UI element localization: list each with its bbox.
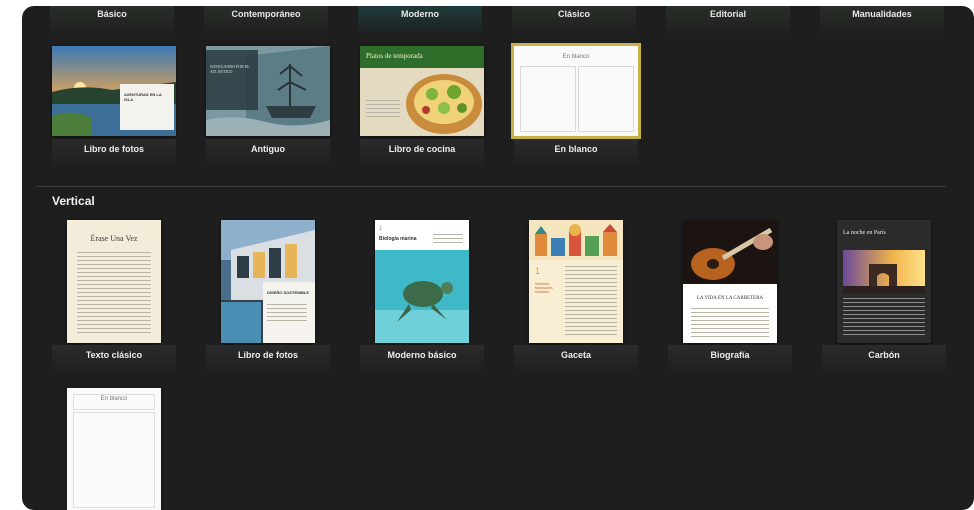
thumb-title: AVENTURAS EN LA ISLA [124,92,162,102]
template-label: Libro de fotos [238,350,298,360]
title-panel: NAVEGANDO POR EL ATLÁNTICO [206,50,258,110]
turtle-photo [375,250,469,343]
title-card: AVENTURAS EN LA ISLA [120,84,174,130]
template-charcoal[interactable]: La noche en París [837,220,931,343]
template-photo-book-portrait[interactable]: DISEÑO SOSTENIBLE [221,220,315,343]
text-lines [433,234,463,246]
arc-de-triomphe-photo [843,250,925,294]
text-lines [691,308,769,340]
template-label: Moderno básico [387,350,457,360]
template-modern-basic[interactable]: 1 Biología marina [375,220,469,343]
text-lines [565,266,617,338]
template-cookbook[interactable]: Platos de temporada [360,46,484,136]
thumb-number: 1 [379,226,383,232]
template-label: Biografía [710,350,750,360]
template-label: Antiguo [251,144,285,154]
text-lines [267,304,307,324]
template-contemporary[interactable]: Contemporáneo [204,6,328,36]
thumb-number: 1 [535,266,541,276]
city-illustration [529,220,623,260]
template-classic-text[interactable]: Érase Una Vez [67,220,161,343]
template-label: Libro de cocina [388,144,456,154]
guitar-photo [683,220,777,284]
text-lines [366,100,400,120]
template-label: Clásico [557,9,590,19]
template-basic[interactable]: Básico [50,6,174,36]
thumb-title: Érase Una Vez [90,234,138,243]
thumb-title: Biología marina [379,236,417,242]
thumb-title: LA VIDA EN LA CARRETERA [696,296,764,301]
thumb-title: NAVEGANDO POR EL ATLÁNTICO [210,64,250,74]
template-gazette[interactable]: 1 Nuestras fascinantes ciudades [529,220,623,343]
thumb-title: Platos de temporada [366,52,423,60]
template-chooser-window: Básico Contemporáneo Moderno Clásico Edi… [22,6,974,510]
body-box [73,412,155,508]
template-label: Texto clásico [85,350,143,360]
template-label: Gaceta [560,350,592,360]
template-blank-portrait[interactable]: En blanco [67,388,161,510]
thumb-title: La noche en París [843,230,886,236]
section-title-vertical: Vertical [52,194,95,208]
template-label: En blanco [554,144,598,154]
template-biography[interactable]: LA VIDA EN LA CARRETERA [683,220,777,343]
thumb-title: En blanco [562,54,590,60]
text-lines [77,252,151,336]
template-label: Carbón [868,350,900,360]
template-crafts[interactable]: Manualidades [820,6,944,36]
template-classic[interactable]: Clásico [512,6,636,36]
template-label: Contemporáneo [231,9,301,19]
template-label: Libro de fotos [84,144,144,154]
template-editorial[interactable]: Editorial [666,6,790,36]
section-divider [36,186,946,187]
template-modern[interactable]: Moderno [358,6,482,36]
template-label: Básico [97,9,127,19]
template-label: Manualidades [852,9,912,19]
text-lines [843,298,925,338]
template-antique[interactable]: NAVEGANDO POR EL ATLÁNTICO [206,46,330,136]
thumb-title: Nuestras fascinantes ciudades [535,282,553,294]
template-label: Editorial [709,9,746,19]
template-blank-landscape[interactable]: En blanco [511,43,641,139]
template-label: Moderno [401,9,439,19]
thumb-title: DISEÑO SOSTENIBLE [267,290,310,295]
salad-photo [406,74,482,134]
template-photo-book-landscape[interactable]: AVENTURAS EN LA ISLA [52,46,176,136]
title-card: DISEÑO SOSTENIBLE [263,282,315,343]
header-box [73,394,155,410]
page-left [520,66,576,132]
top-category-row: Básico Contemporáneo Moderno Clásico Edi… [22,6,974,36]
page-right [578,66,634,132]
